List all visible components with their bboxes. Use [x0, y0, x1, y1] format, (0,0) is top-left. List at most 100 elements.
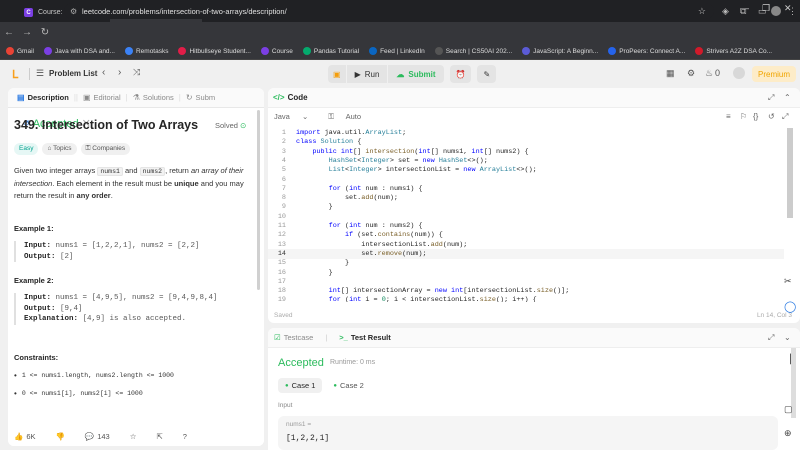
bookmark-icon[interactable]: ⚐ — [740, 112, 747, 121]
tab-favicon-icon: C — [24, 8, 33, 17]
bookmark-item[interactable]: JavaScript: A Beginn... — [522, 47, 598, 55]
share-button[interactable]: ⇱ — [156, 432, 172, 441]
maximize-panel-icon[interactable]: ⤢ — [768, 93, 774, 103]
companies-label: Companies — [92, 145, 126, 152]
bookmark-star-icon[interactable]: ☆ — [698, 6, 706, 17]
scissors-icon[interactable]: ✂ — [784, 276, 792, 287]
verdict: Accepted — [278, 357, 324, 369]
bookmark-item[interactable]: Pandas Tutorial — [302, 47, 360, 55]
bookmark-item[interactable]: Strivers A2Z DSA Co... — [695, 47, 772, 55]
streak-icon[interactable]: ♨ — [705, 68, 713, 79]
run-label: Run — [364, 69, 380, 79]
assistant-icon[interactable]: ◯ — [784, 300, 796, 313]
help-button[interactable]: ? — [183, 432, 197, 441]
collapse-test-icon[interactable]: ⌄ — [784, 333, 791, 342]
bookmark-item[interactable]: Java with DSA and... — [43, 47, 115, 55]
code-editor[interactable]: 1 import java.util.ArrayList; 2 class Solut… — [268, 128, 788, 302]
problem-list-link[interactable]: Problem List — [49, 69, 97, 78]
bookmark-item[interactable]: Feed | LinkedIn — [369, 47, 425, 55]
editor-scrollbar[interactable] — [787, 128, 793, 218]
notes-icon: ✎ — [483, 69, 491, 79]
layout-icon[interactable]: ▦ — [666, 68, 675, 79]
companies-chip[interactable]: ⚿ Companies — [80, 143, 131, 155]
code-text: } — [296, 268, 333, 277]
statement-text: . Each element in the result must be — [52, 179, 175, 188]
submit-button[interactable]: ☁ Submit — [388, 65, 444, 83]
bookmark-item[interactable]: ProPeers: Connect A... — [608, 47, 685, 55]
auto-mode[interactable]: ⚿ Auto — [328, 112, 371, 122]
sidebar-icon[interactable]: ▭ — [758, 6, 767, 17]
editor-options: Java ⌄ ⚿ Auto — [274, 112, 381, 122]
settings-icon[interactable]: ⚙ — [687, 68, 695, 79]
prev-problem-icon[interactable]: ‹ — [102, 67, 105, 78]
random-problem-icon[interactable]: ⤨ — [133, 67, 140, 78]
bookmark-item[interactable]: Gmail — [6, 47, 34, 55]
bookmark-item[interactable]: Hitbullseye Student... — [178, 47, 251, 55]
bookmark-favicon-icon — [260, 47, 269, 55]
bookmark-item[interactable]: Search | CS50AI 202... — [434, 47, 512, 55]
collapse-panel-icon[interactable]: ⌃ — [784, 93, 791, 102]
case-tabs: ● Case 1 ● Case 2 — [278, 378, 375, 393]
input-name: nums1 = — [286, 421, 312, 428]
reset-icon[interactable]: ↺ — [768, 112, 775, 121]
notes-button[interactable]: ✎ — [477, 65, 497, 83]
tab-test-result[interactable]: >_ Test Result — [339, 333, 390, 342]
braces-icon[interactable]: {} — [753, 112, 758, 121]
tab-solutions[interactable]: ⚗ Solutions — [128, 93, 179, 102]
testcase-label: Testcase — [283, 333, 314, 342]
comments-button[interactable]: 💬 143 — [85, 432, 120, 441]
line-number: 13 — [277, 240, 286, 249]
dislike-button[interactable]: 👎 — [56, 432, 75, 441]
like-button[interactable]: 👍 6K — [14, 432, 46, 441]
divider — [29, 68, 30, 80]
bookmark-item[interactable]: Remotasks — [124, 47, 168, 55]
tab-description[interactable]: ▤ Description — [12, 93, 74, 102]
next-problem-icon[interactable]: › — [118, 67, 121, 78]
line-number: 10 — [277, 212, 286, 221]
menu-dots-icon[interactable]: ⋮ — [788, 6, 797, 17]
language-select[interactable]: Java ⌄ — [274, 112, 318, 122]
case-tab[interactable]: ● Case 2 — [326, 378, 370, 393]
tab-editorial[interactable]: ▣ Editorial — [78, 93, 126, 102]
side-panel-icon[interactable]: ▢ — [784, 404, 793, 415]
constraint-item: • 0 <= nums1[i], nums2[i] <= 1000 — [14, 389, 258, 398]
bookmark-label: Pandas Tutorial — [313, 47, 360, 55]
reload-icon[interactable]: ↻ — [36, 27, 54, 38]
forward-icon[interactable]: → — [18, 27, 36, 38]
dot-icon: ● — [333, 382, 338, 389]
extension-icon[interactable]: ◈ — [722, 6, 729, 17]
topics-chip[interactable]: ⌂ Topics — [42, 143, 77, 155]
fullscreen-icon[interactable]: ⤢ — [782, 112, 788, 122]
tab-subm[interactable]: ↻ Subm — [181, 93, 220, 102]
puzzle-icon[interactable]: ⧉ — [740, 6, 746, 17]
format-icon[interactable]: ≡ — [726, 112, 731, 121]
example-input: nums1 = [1,2,2,1], nums2 = [2,2] — [55, 242, 200, 250]
premium-button[interactable]: Premium — [752, 66, 797, 82]
url-input[interactable]: ⚙ leetcode.com/problems/intersection-of-… — [64, 3, 714, 19]
constraint-text: 0 <= nums1[i], nums2[i] <= 1000 — [21, 389, 143, 397]
thumbs-up-icon: 👍 — [14, 431, 24, 441]
case-tab[interactable]: ● Case 1 — [278, 378, 323, 393]
problem-list-icon[interactable]: ☰ — [36, 68, 44, 79]
bookmark-item[interactable]: Course — [260, 47, 293, 55]
code-line[interactable]: 19 for (int i = 0; i < intersectionList.… — [268, 295, 537, 302]
run-button[interactable]: ▶ Run — [346, 65, 388, 83]
case-label: Case 2 — [340, 381, 364, 390]
leetcode-logo-icon[interactable]: ᒪ — [12, 68, 22, 81]
back-icon[interactable]: ← — [0, 27, 18, 38]
site-info-icon[interactable]: ⚙ — [70, 7, 77, 16]
code-line[interactable]: 5 List<Integer> intersectionList = new A… — [268, 165, 537, 175]
code-text: for (int i = 0; i < intersectionList.siz… — [328, 296, 537, 302]
profile-avatar[interactable] — [771, 6, 781, 16]
code-text: if (set.contains(num)) { — [344, 231, 443, 240]
timer-button[interactable]: ⏰ — [449, 65, 472, 83]
bookmark-label: Hitbullseye Student... — [189, 47, 251, 55]
thumbs-down-icon: 👎 — [55, 431, 65, 441]
add-icon[interactable]: ⊕ — [784, 428, 792, 439]
debug-button[interactable]: ▣ — [328, 65, 346, 83]
user-avatar[interactable] — [733, 67, 745, 79]
maximize-test-icon[interactable]: ⤢ — [768, 333, 774, 343]
favorite-button[interactable]: ☆ — [130, 432, 147, 441]
side-scroll-icon[interactable]: ▕ — [784, 354, 791, 365]
tab-testcase[interactable]: ☑ Testcase — [274, 333, 313, 342]
